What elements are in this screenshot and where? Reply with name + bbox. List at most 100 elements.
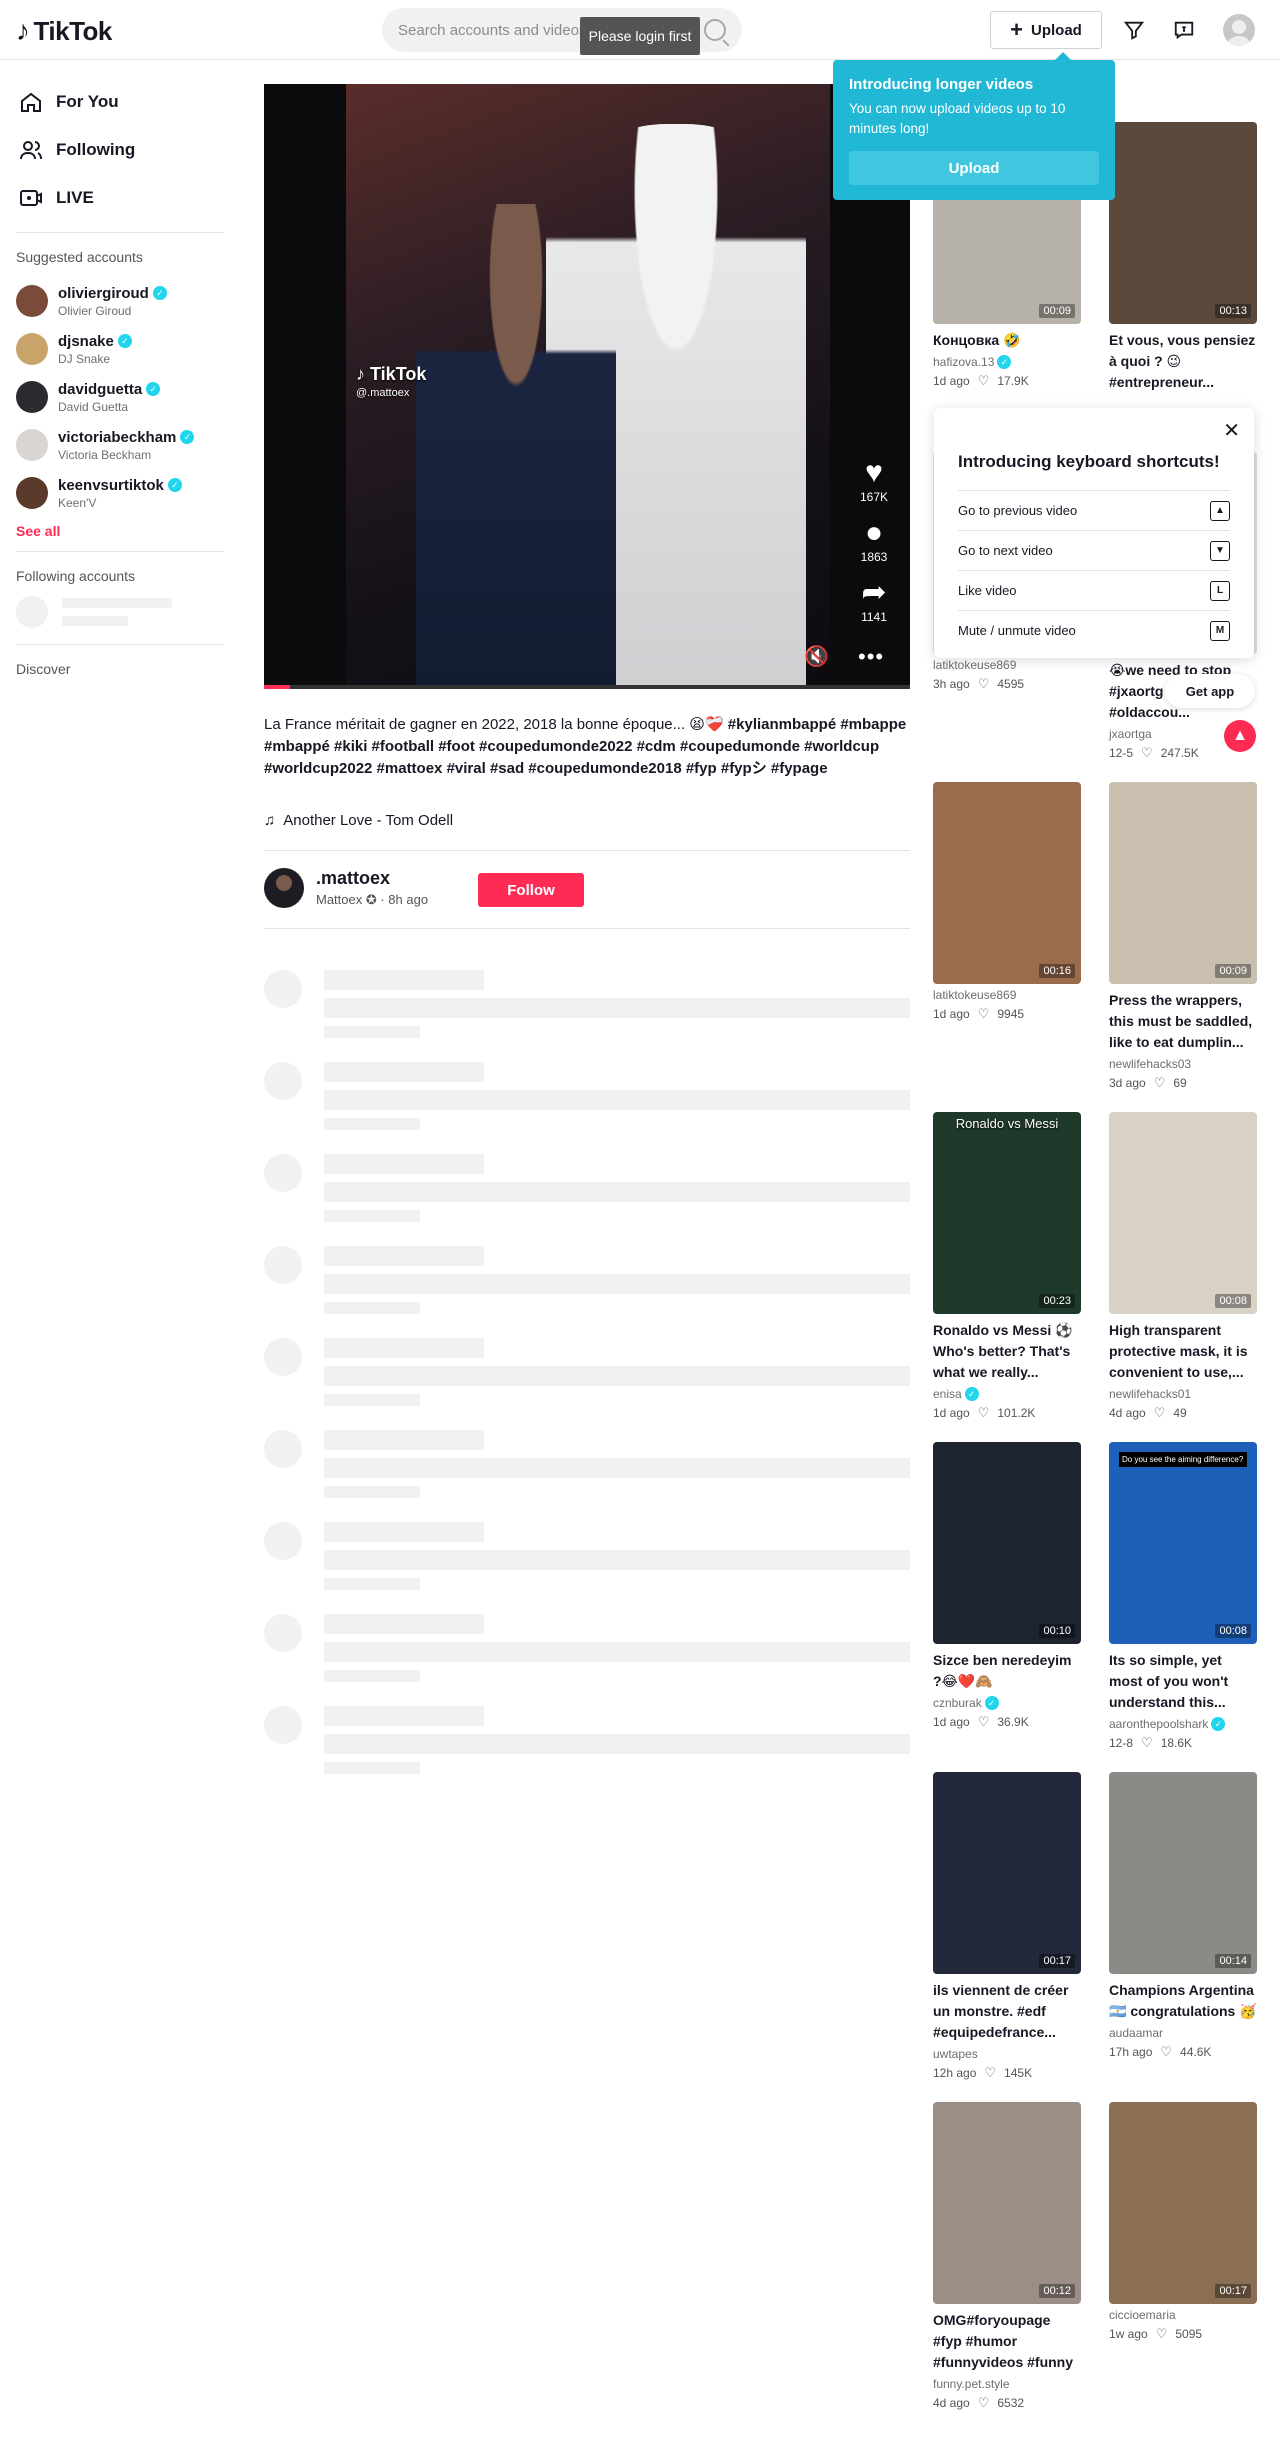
nav-label: For You [56,92,119,111]
get-app-button[interactable]: Get app [1165,674,1255,708]
video-author[interactable]: hafizova.13 ✓ [933,355,1081,369]
like-button[interactable]: ♥ 167K [854,456,894,504]
video-card[interactable]: 00:13 Et vous, vous pensiez à quoi ? 😉 #e… [1109,122,1257,393]
suggested-account[interactable]: davidguetta ✓ David Guetta [16,373,224,421]
suggested-account[interactable]: djsnake ✓ DJ Snake [16,325,224,373]
nav-for-you[interactable]: For You [0,78,240,126]
follow-button[interactable]: Follow [478,873,584,907]
account-handle: djsnake [58,332,114,350]
video-card[interactable]: 00:17 ils viennent de créer un monstre. #… [933,1772,1081,2081]
video-player[interactable]: ♪ TikTok @.mattoex ♥ 167K ● 1863 ➦ 1141 🔇… [264,84,910,688]
video-thumbnail[interactable]: 00:08 [1109,1112,1257,1314]
video-card[interactable]: 00:08 High transparent protective mask, i… [1109,1112,1257,1421]
video-title[interactable]: Champions Argentina 🇦🇷 congratulations 🥳 [1109,1980,1257,2022]
video-title[interactable]: ils viennent de créer un monstre. #edf #… [933,1980,1081,2043]
close-icon[interactable]: ✕ [1223,418,1240,443]
verified-icon: ✓ [146,382,161,396]
suggested-account[interactable]: keenvsurtiktok ✓ Keen'V [16,469,224,517]
profile-avatar[interactable] [1223,14,1255,46]
upload-button[interactable]: + Upload [990,11,1102,49]
video-duration: 00:08 [1215,1624,1251,1638]
video-thumbnail[interactable]: 00:17 [933,1772,1081,1974]
video-author[interactable]: latiktokeuse869 [933,658,1081,672]
nav-live[interactable]: LIVE [0,174,240,222]
more-options-icon[interactable]: ••• [858,644,884,670]
video-author[interactable]: audaamar [1109,2026,1257,2040]
inbox-icon[interactable] [1170,16,1198,44]
video-thumbnail[interactable]: 00:12 [933,2102,1081,2304]
key-m-icon: M [1210,620,1230,641]
author-handle[interactable]: .mattoex [316,868,428,889]
video-progress-bar[interactable] [264,685,910,689]
video-card[interactable]: 00:16 latiktokeuse869 1d ago ♡ 9945 [933,782,1081,1022]
avatar [16,285,48,317]
popover-upload-button[interactable]: Upload [849,151,1099,185]
share-button[interactable]: ➦ 1141 [854,576,894,624]
heart-icon: ♡ [977,2395,990,2410]
music-link[interactable]: ♫ Another Love - Tom Odell [264,812,453,829]
heart-icon: ♡ [977,676,990,691]
video-card[interactable]: 00:14 Champions Argentina 🇦🇷 congratulati… [1109,1772,1257,2060]
video-meta: 1w ago ♡ 5095 [1109,2326,1203,2341]
video-title[interactable]: Sizce ben neredeyim ?😂❤️🙈 [933,1650,1081,1692]
mute-icon[interactable]: 🔇 [804,644,829,669]
video-card[interactable]: Do you see the aiming difference? 00:08 It… [1109,1442,1257,1751]
video-author[interactable]: ciccioemaria [1109,2308,1257,2322]
video-card[interactable]: 00:12 OMG#foryoupage #fyp #humor #funnyvi… [933,2102,1081,2411]
heart-icon: ♡ [977,1006,990,1021]
key-down-icon: ▼ [1210,540,1230,561]
author-meta: Mattoex ✪ · 8h ago [316,892,429,907]
users-icon [18,137,44,163]
video-author[interactable]: latiktokeuse869 [933,988,1081,1002]
video-author[interactable]: cznburak ✓ [933,1696,1081,1710]
video-title[interactable]: Press the wrappers, this must be saddled… [1109,990,1257,1053]
video-thumbnail[interactable]: 00:17 [1109,2102,1257,2304]
video-author[interactable]: funny.pet.style [933,2377,1081,2391]
nav-label: Following [56,140,136,159]
video-thumbnail[interactable]: Ronaldo vs Messi 00:23 [933,1112,1081,1314]
video-author[interactable]: newlifehacks03 [1109,1057,1257,1071]
suggested-account[interactable]: oliviergiroud ✓ Olivier Giroud [16,277,224,325]
video-title[interactable]: Ronaldo vs Messi ⚽ Who's better? That's … [933,1320,1081,1383]
see-all-link[interactable]: See all [16,523,224,539]
video-author[interactable]: aaronthepoolshark ✓ [1109,1717,1257,1731]
account-name: DJ Snake [58,351,111,366]
video-thumbnail[interactable]: 00:14 [1109,1772,1257,1974]
video-meta: 12h ago ♡ 145K [933,2065,1033,2080]
back-to-top-icon[interactable]: ▲ [1224,720,1256,752]
video-card[interactable]: 00:09 Press the wrappers, this must be sa… [1109,782,1257,1091]
nav-following[interactable]: Following [0,126,240,174]
video-duration: 00:17 [1215,2284,1251,2298]
video-thumbnail[interactable]: 00:16 [933,782,1081,984]
video-card[interactable]: 00:10 Sizce ben neredeyim ?😂❤️🙈 cznburak ✓ 1… [933,1442,1081,1730]
search-icon[interactable] [704,19,726,41]
author-avatar[interactable] [264,868,304,908]
video-title[interactable]: High transparent protective mask, it is … [1109,1320,1257,1383]
filter-icon[interactable] [1120,16,1148,44]
sidebar: For You Following LIVE Suggested account… [0,60,240,677]
following-accounts-title: Following accounts [16,568,136,584]
tiktok-logo[interactable]: ♪ TikTok [16,15,112,47]
video-title[interactable]: Концовка 🤣 [933,330,1081,351]
video-card[interactable]: 00:17 ciccioemaria 1w ago ♡ 5095 [1109,2102,1257,2342]
video-author[interactable]: newlifehacks01 [1109,1387,1257,1401]
video-title[interactable]: Its so simple, yet most of you won't und… [1109,1650,1257,1713]
video-thumbnail[interactable]: 00:13 [1109,122,1257,324]
keyboard-shortcuts-popup: ✕ Introducing keyboard shortcuts! Go to … [934,408,1254,658]
comment-button[interactable]: ● 1863 [854,516,894,564]
video-title[interactable]: OMG#foryoupage #fyp #humor #funnyvideos … [933,2310,1081,2373]
suggested-accounts: Suggested accounts oliviergiroud ✓ Olivie… [16,232,224,539]
video-author[interactable]: .mattoex Mattoex ✪ · 8h ago [264,868,428,908]
video-author[interactable]: enisa ✓ [933,1387,1081,1401]
video-thumbnail[interactable]: 00:09 [1109,782,1257,984]
video-author[interactable]: uwtapes [933,2047,1081,2061]
video-duration: 00:23 [1039,1294,1075,1308]
heart-icon: ♡ [1153,1405,1166,1420]
video-thumbnail[interactable]: Do you see the aiming difference? 00:08 [1109,1442,1257,1644]
comment-count: 1863 [860,550,888,564]
suggested-account[interactable]: victoriabeckham ✓ Victoria Beckham [16,421,224,469]
video-thumbnail[interactable]: 00:10 [933,1442,1081,1644]
video-meta: 4d ago ♡ 6532 [933,2395,1025,2410]
video-card[interactable]: Ronaldo vs Messi 00:23 Ronaldo vs Messi ⚽ … [933,1112,1081,1421]
video-title[interactable]: Et vous, vous pensiez à quoi ? 😉 #entrep… [1109,330,1257,393]
